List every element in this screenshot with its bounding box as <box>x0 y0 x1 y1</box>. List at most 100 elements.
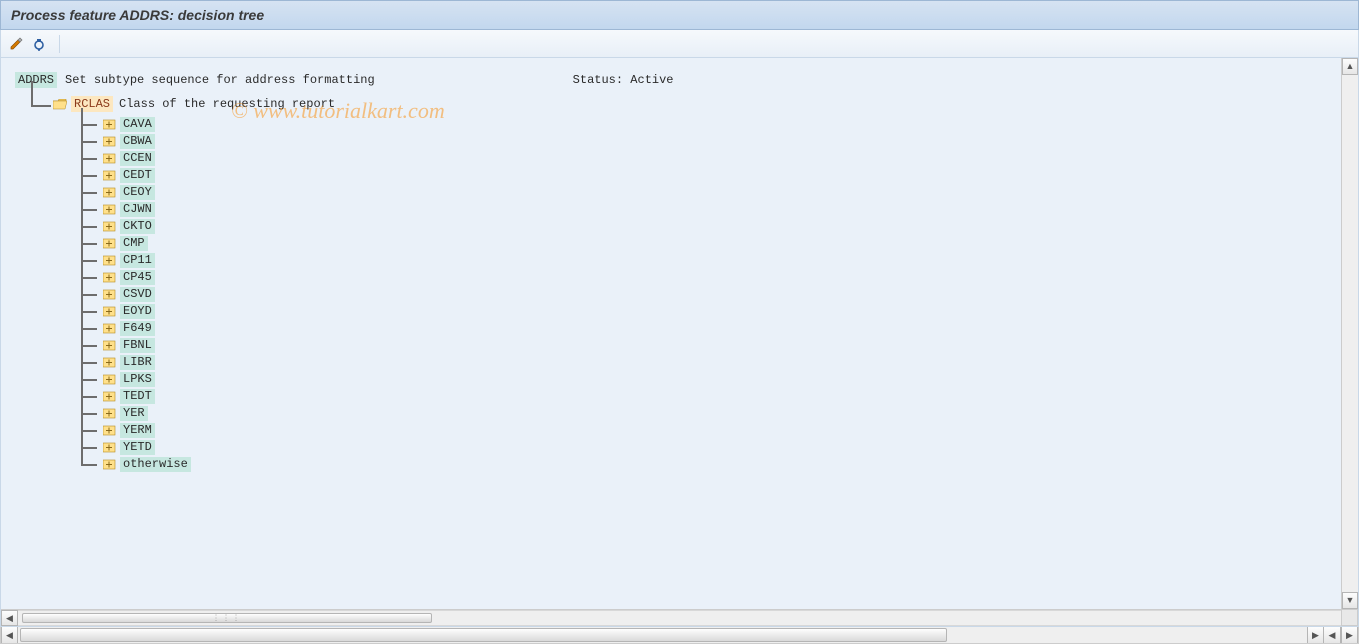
feature-header-line: ADDRS Set subtype sequence for address f… <box>15 72 1322 88</box>
outer-scroll-left-alt-button[interactable]: ◀ <box>1324 627 1341 643</box>
tree-leaf-node[interactable]: CP45 <box>73 269 1322 286</box>
tree-leaf-label: LIBR <box>120 355 155 370</box>
tree-leaf-label: CSVD <box>120 287 155 302</box>
tree-leaf-node[interactable]: CKTO <box>73 218 1322 235</box>
expand-node-icon[interactable] <box>103 340 116 351</box>
outer-scroll-left-button[interactable]: ◀ <box>1 627 18 643</box>
tree-connector <box>73 422 103 439</box>
check-icon[interactable] <box>31 35 49 53</box>
expand-node-icon[interactable] <box>103 221 116 232</box>
tree-leaf-node[interactable]: YERM <box>73 422 1322 439</box>
tree-leaf-node[interactable]: CCEN <box>73 150 1322 167</box>
expand-node-icon[interactable] <box>103 306 116 317</box>
tree-connector <box>73 286 103 303</box>
tree-leaf-label: YETD <box>120 440 155 455</box>
expand-node-icon[interactable] <box>103 136 116 147</box>
feature-code[interactable]: ADDRS <box>15 72 57 88</box>
tree-leaf-node[interactable]: F649 <box>73 320 1322 337</box>
window-title: Process feature ADDRS: decision tree <box>11 7 264 23</box>
expand-node-icon[interactable] <box>103 204 116 215</box>
outer-scroll-right-alt-button[interactable]: ▶ <box>1341 627 1358 643</box>
tree-leaf-label: LPKS <box>120 372 155 387</box>
expand-node-icon[interactable] <box>103 153 116 164</box>
tree-leaf-node[interactable]: TEDT <box>73 388 1322 405</box>
tree-leaf-label: CP11 <box>120 253 155 268</box>
expand-node-icon[interactable] <box>103 442 116 453</box>
tree-connector <box>73 252 103 269</box>
tree-leaf-node[interactable]: CSVD <box>73 286 1322 303</box>
expand-node-icon[interactable] <box>103 357 116 368</box>
expand-node-icon[interactable] <box>103 170 116 181</box>
tree-connector <box>73 405 103 422</box>
tree-connector <box>73 201 103 218</box>
tree-leaf-node[interactable]: YETD <box>73 439 1322 456</box>
tree-level-2: CAVACBWA CCENCEDTCEOYCJWNCKTOCMPCP11 CP45 C… <box>73 116 1322 473</box>
tree-leaf-node[interactable]: CEOY <box>73 184 1322 201</box>
status-label: Status: <box>573 73 623 87</box>
tree-connector <box>73 133 103 150</box>
expand-node-icon[interactable] <box>103 459 116 470</box>
scroll-grip-icon: ⋮⋮⋮ <box>212 614 242 623</box>
horizontal-scroll-track[interactable]: ⋮⋮⋮ <box>18 610 1341 626</box>
outer-horizontal-scroll-track[interactable] <box>18 627 1307 643</box>
feature-description: Set subtype sequence for address formatt… <box>65 73 375 87</box>
attribute-description: Class of the requesting report <box>119 97 335 111</box>
horizontal-scroll-thumb[interactable]: ⋮⋮⋮ <box>22 613 432 623</box>
tree-leaf-label: CBWA <box>120 134 155 149</box>
tree-connector <box>73 388 103 405</box>
tree-connector <box>73 337 103 354</box>
scroll-up-button[interactable]: ▲ <box>1342 58 1358 75</box>
attribute-code: RCLAS <box>71 96 113 112</box>
outer-scroll-right-button[interactable]: ▶ <box>1307 627 1324 643</box>
expand-node-icon[interactable] <box>103 238 116 249</box>
tree-leaf-label: CCEN <box>120 151 155 166</box>
tree-leaf-node[interactable]: FBNL <box>73 337 1322 354</box>
tree-leaf-label: EOYD <box>120 304 155 319</box>
expand-node-icon[interactable] <box>103 374 116 385</box>
tree-leaf-node[interactable]: otherwise <box>73 456 1322 473</box>
tree-connector <box>73 184 103 201</box>
expand-node-icon[interactable] <box>103 119 116 130</box>
expand-node-icon[interactable] <box>103 187 116 198</box>
tree-leaf-node[interactable]: YER <box>73 405 1322 422</box>
tree-leaf-node[interactable]: EOYD <box>73 303 1322 320</box>
expand-node-icon[interactable] <box>103 272 116 283</box>
vertical-scrollbar[interactable]: ▲ ▼ <box>1341 58 1358 609</box>
toolbar <box>0 30 1359 58</box>
tree-leaf-node[interactable]: CMP <box>73 235 1322 252</box>
tree-connector <box>73 303 103 320</box>
tree-node-rclas[interactable]: RCLAS Class of the requesting report <box>17 92 1322 116</box>
tree-connector <box>73 269 103 286</box>
expand-node-icon[interactable] <box>103 391 116 402</box>
expand-node-icon[interactable] <box>103 255 116 266</box>
tree-leaf-node[interactable]: CP11 <box>73 252 1322 269</box>
tree-content: © www.tutorialkart.com ADDRS Set subtype… <box>1 58 1336 606</box>
scroll-corner <box>1341 609 1358 626</box>
tree-leaf-node[interactable]: LIBR <box>73 354 1322 371</box>
tree-leaf-label: otherwise <box>120 457 191 472</box>
status-value: Active <box>630 73 673 87</box>
expand-node-icon[interactable] <box>103 323 116 334</box>
tree-leaf-node[interactable]: CAVA <box>73 116 1322 133</box>
tree-leaf-label: YER <box>120 406 148 421</box>
tree-connector <box>73 235 103 252</box>
tree-leaf-label: YERM <box>120 423 155 438</box>
tree-leaf-node[interactable]: CJWN <box>73 201 1322 218</box>
scroll-down-button[interactable]: ▼ <box>1342 592 1358 609</box>
tree-leaf-node[interactable]: CEDT <box>73 167 1322 184</box>
expand-node-icon[interactable] <box>103 289 116 300</box>
horizontal-scrollbar-inner[interactable]: ◀ ⋮⋮⋮ ▶ <box>1 609 1358 626</box>
tree-leaf-node[interactable]: CBWA <box>73 133 1322 150</box>
outer-horizontal-scroll-thumb[interactable] <box>20 628 947 642</box>
tree-leaf-label: CEOY <box>120 185 155 200</box>
expand-node-icon[interactable] <box>103 425 116 436</box>
expand-node-icon[interactable] <box>103 408 116 419</box>
tree-connector <box>17 95 53 113</box>
scroll-left-button[interactable]: ◀ <box>1 610 18 626</box>
tree-leaf-label: CP45 <box>120 270 155 285</box>
vertical-scroll-track[interactable] <box>1342 75 1358 592</box>
change-icon[interactable] <box>7 35 25 53</box>
tree-connector <box>73 456 103 473</box>
toolbar-separator <box>59 35 60 53</box>
tree-leaf-node[interactable]: LPKS <box>73 371 1322 388</box>
